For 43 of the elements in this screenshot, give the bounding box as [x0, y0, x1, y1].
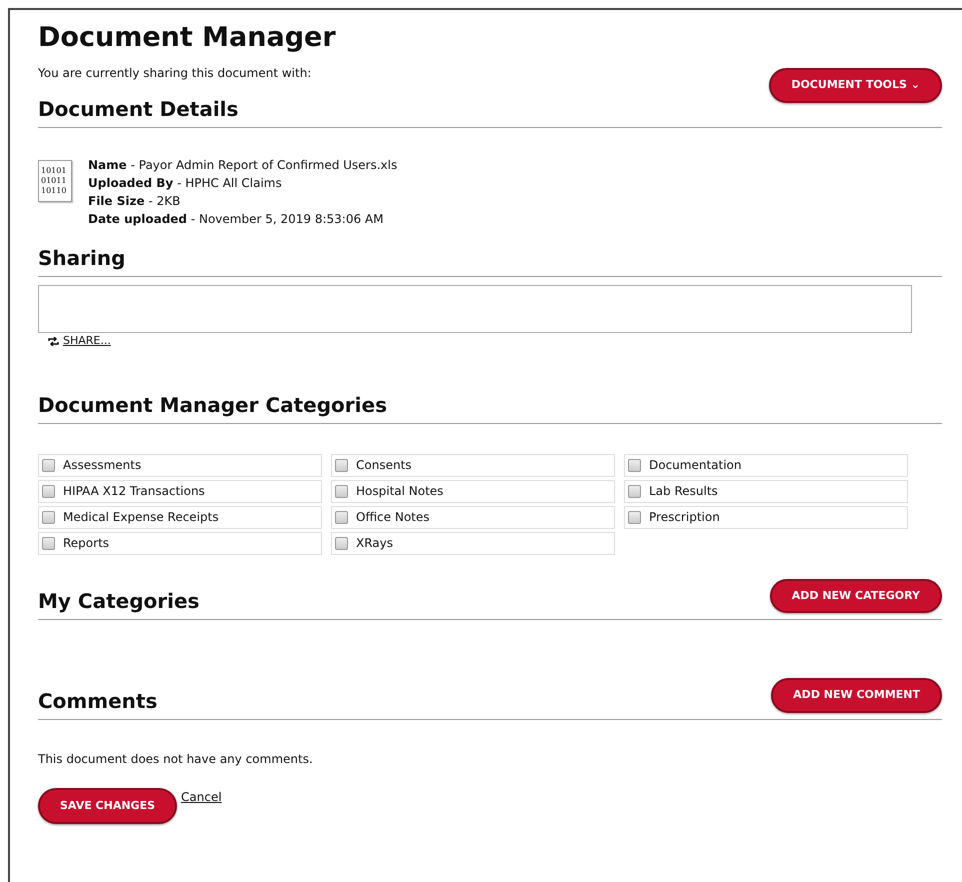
detail-line: File Size - 2KB	[88, 192, 182, 210]
share-icon	[48, 336, 59, 346]
add-button[interactable]: ADD NEW COMMENT	[771, 678, 942, 713]
empty-comments-text: This document does not have any comments.	[38, 750, 314, 768]
category-option[interactable]: Office Notes	[331, 506, 615, 529]
share-link[interactable]: SHARE...	[48, 333, 111, 350]
category-option[interactable]: Medical Expense Receipts	[38, 506, 322, 529]
add-button[interactable]: ADD NEW CATEGORY	[770, 578, 942, 614]
file-icon: 10101 01011 10110	[38, 160, 72, 202]
document-tools-button[interactable]: DOCUMENT TOOLS ⌄	[769, 68, 942, 103]
checkbox[interactable]	[42, 510, 55, 524]
checkbox[interactable]	[335, 510, 348, 524]
save-changes-button[interactable]: SAVE CHANGES	[38, 788, 178, 824]
detail-line: Name - Payor Admin Report of Confirmed Users.xls	[88, 156, 398, 174]
section-heading: Sharing	[38, 246, 126, 270]
checkbox[interactable]	[628, 484, 641, 498]
category-option[interactable]: Hospital Notes	[331, 480, 615, 503]
checkbox[interactable]	[42, 484, 55, 498]
checkbox[interactable]	[42, 458, 55, 472]
checkbox[interactable]	[628, 510, 641, 524]
section-heading: Document Details	[38, 96, 238, 121]
category-option[interactable]: HIPAA X12 Transactions	[38, 480, 322, 503]
category-option[interactable]: Lab Results	[624, 480, 908, 503]
section-heading: Document Manager Categories	[38, 392, 387, 417]
checkbox[interactable]	[628, 458, 641, 472]
category-option[interactable]: XRays	[331, 532, 615, 555]
section-heading: My Categories	[38, 589, 200, 614]
category-option[interactable]: Assessments	[38, 454, 322, 477]
sharing-note: You are currently sharing this document with:	[38, 65, 312, 82]
checkbox[interactable]	[42, 536, 55, 550]
section-heading: Comments	[38, 688, 158, 713]
share-field[interactable]	[38, 284, 912, 333]
detail-line: Uploaded By - HPHC All Claims	[88, 174, 283, 192]
page-title: Document Manager	[38, 22, 337, 54]
category-option[interactable]: Prescription	[624, 506, 908, 529]
checkbox[interactable]	[335, 536, 348, 550]
category-option[interactable]: Documentation	[624, 454, 908, 477]
category-option[interactable]: Consents	[331, 454, 615, 477]
checkbox[interactable]	[335, 458, 348, 472]
cancel-link[interactable]: Cancel	[181, 788, 222, 806]
checkbox[interactable]	[335, 484, 348, 498]
category-option[interactable]: Reports	[38, 532, 322, 555]
detail-line: Date uploaded - November 5, 2019 8:53:06 AM	[88, 210, 384, 228]
